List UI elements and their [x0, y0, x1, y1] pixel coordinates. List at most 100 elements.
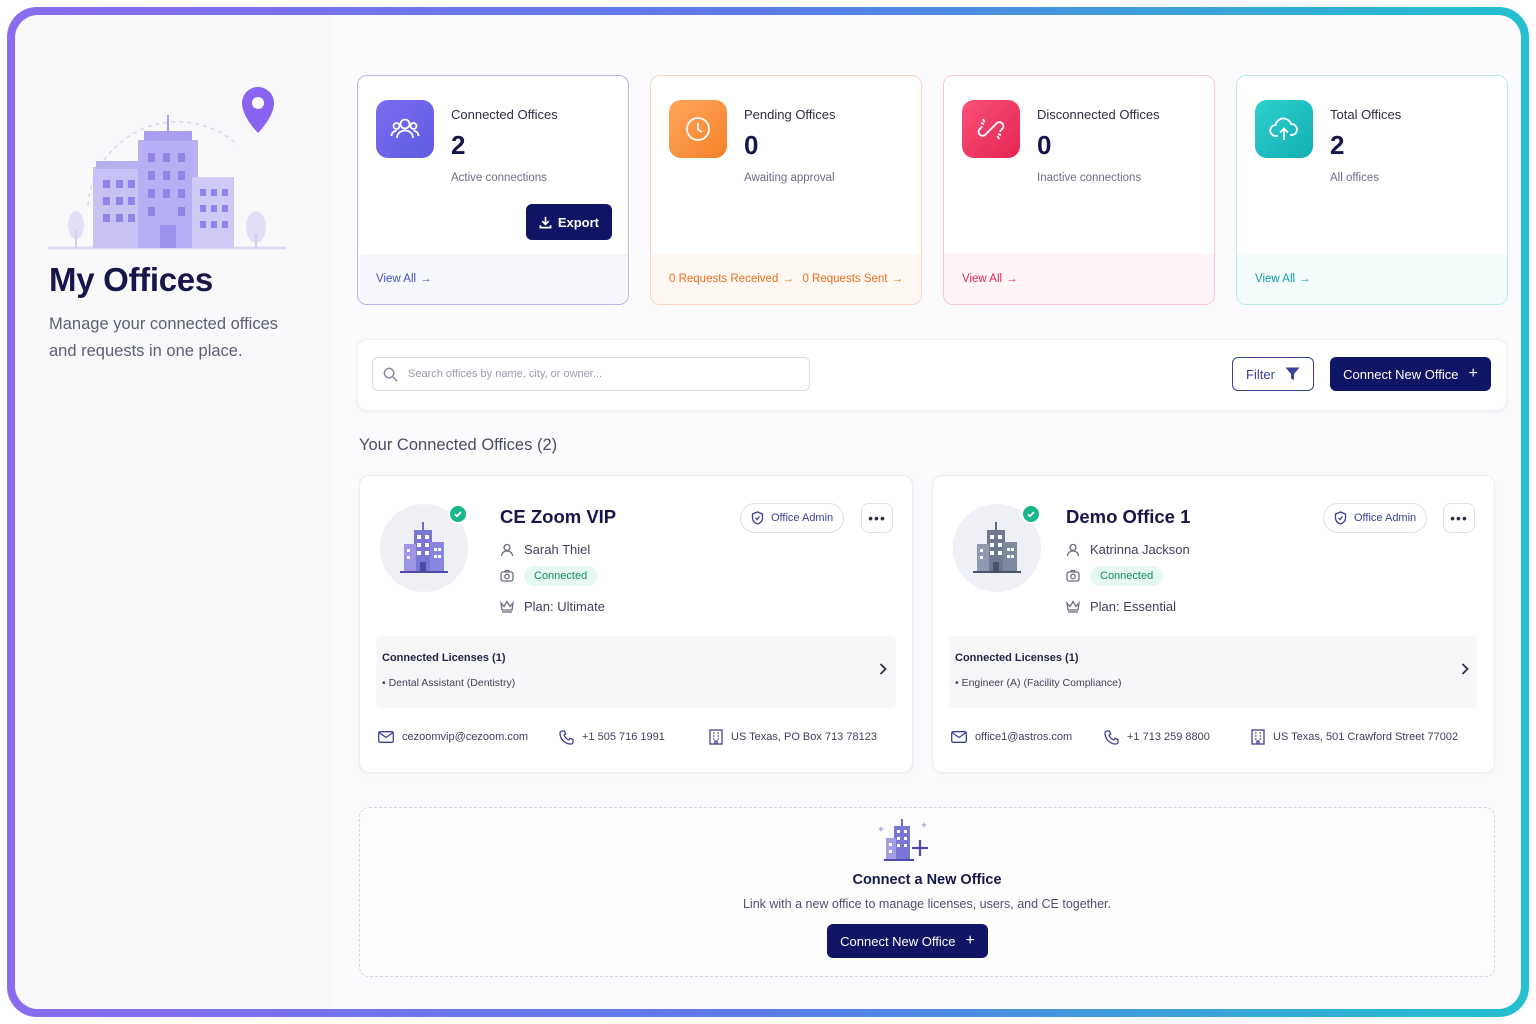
office-admin-badge[interactable]: Office Admin — [740, 503, 845, 533]
stat-desc: Active connections — [451, 172, 547, 184]
email-text: office1@astros.com — [975, 731, 1073, 743]
plus-icon: + — [965, 932, 975, 949]
address-item: US Texas, 501 Crawford Street 77002 — [1251, 729, 1458, 745]
section-title: Your Connected Offices (2) — [359, 436, 558, 454]
plan-row: Plan: Ultimate — [500, 599, 605, 614]
connect-new-desc: Link with a new office to manage license… — [742, 897, 1112, 911]
ellipsis-icon: ••• — [1450, 510, 1468, 526]
view-all-link[interactable]: View All → — [962, 273, 1018, 285]
licenses-title: Connected Licenses (1) — [382, 652, 506, 664]
stat-value: 2 — [451, 130, 466, 160]
search-input[interactable] — [408, 368, 788, 380]
crown-icon — [1066, 600, 1080, 613]
stat-footer: View All → — [358, 254, 628, 304]
phone-text: +1 713 259 8800 — [1127, 731, 1210, 743]
plan-row: Plan: Essential — [1066, 599, 1176, 614]
license-item: • Engineer (A) (Facility Compliance) — [955, 677, 1122, 689]
contact-row: office1@astros.com +1 713 259 8800 US Te… — [951, 729, 1478, 745]
search-box — [372, 357, 810, 391]
status-icon — [1066, 569, 1080, 582]
status-row: Connected — [500, 566, 598, 586]
building-icon — [400, 522, 448, 573]
filter-button[interactable]: Filter — [1232, 357, 1314, 391]
cloud-upload-icon — [1255, 100, 1313, 158]
owner-row: Sarah Thiel — [500, 542, 590, 557]
building-small-icon — [709, 729, 723, 745]
plan-label: Plan: Ultimate — [524, 599, 605, 614]
address-text: US Texas, PO Box 713 78123 — [731, 731, 877, 743]
funnel-icon — [1285, 367, 1300, 380]
toolbar: Filter Connect New Office + — [357, 339, 1507, 411]
stat-footer: 0 Requests Received → 0 Requests Sent → — [651, 254, 921, 304]
stat-label: Pending Offices — [744, 107, 836, 122]
users-icon — [376, 100, 434, 158]
stat-value: 0 — [744, 130, 759, 160]
contact-row: cezoomvip@cezoom.com +1 505 716 1991 US … — [378, 729, 896, 745]
verified-check-icon — [1021, 504, 1041, 524]
search-icon — [383, 367, 398, 382]
email-item[interactable]: office1@astros.com — [951, 731, 1104, 743]
view-all-link[interactable]: View All → — [1255, 273, 1311, 285]
requests-received-link[interactable]: 0 Requests Received → — [669, 273, 794, 285]
crown-icon — [500, 600, 514, 613]
phone-item[interactable]: +1 713 259 8800 — [1104, 729, 1251, 745]
chevron-right-icon — [1461, 663, 1469, 675]
page-title: My Offices — [49, 261, 213, 298]
building-icon — [973, 522, 1021, 573]
status-row: Connected — [1066, 566, 1164, 586]
stat-card-disconnected: Disconnected Offices 0 Inactive connecti… — [943, 75, 1215, 305]
stat-footer: View All → — [944, 254, 1214, 304]
connect-label: Connect New Office — [840, 933, 956, 949]
office-card[interactable]: Demo Office 1 Katrinna Jackson Connected… — [932, 475, 1495, 773]
chevron-right-icon — [879, 663, 887, 675]
stat-card-total: Total Offices 2 All offices View All → — [1236, 75, 1508, 305]
connect-label: Connect New Office — [1343, 366, 1459, 382]
stat-footer: View All → — [1237, 254, 1507, 304]
email-text: cezoomvip@cezoom.com — [402, 731, 529, 743]
office-card[interactable]: CE Zoom VIP Sarah Thiel Connected Plan: … — [359, 475, 913, 773]
connected-licenses-panel[interactable]: Connected Licenses (1) • Dental Assistan… — [376, 636, 896, 708]
phone-icon — [1104, 729, 1119, 745]
office-admin-badge[interactable]: Office Admin — [1323, 503, 1428, 533]
phone-item[interactable]: +1 505 716 1991 — [559, 729, 709, 745]
owner-name: Sarah Thiel — [524, 542, 591, 557]
status-badge: Connected — [1090, 566, 1164, 586]
view-all-link[interactable]: View All → — [376, 273, 432, 285]
connect-new-office-panel: Connect a New Office Link with a new off… — [359, 807, 1495, 977]
user-icon — [500, 543, 514, 556]
stat-value: 2 — [1330, 130, 1345, 160]
role-label: Office Admin — [1354, 512, 1417, 524]
ellipsis-icon: ••• — [868, 510, 886, 526]
export-button[interactable]: Export — [525, 204, 612, 240]
building-plus-icon — [878, 819, 928, 861]
shield-icon — [751, 511, 764, 525]
connect-new-office-button[interactable]: Connect New Office + — [827, 924, 988, 958]
more-options-button[interactable]: ••• — [861, 503, 893, 533]
user-icon — [1066, 543, 1080, 556]
stat-value: 0 — [1037, 130, 1052, 160]
email-item[interactable]: cezoomvip@cezoom.com — [378, 731, 559, 743]
arrow-right-icon: → — [1299, 273, 1311, 285]
view-all-label: View All — [1255, 273, 1296, 285]
page-subtitle: Manage your connected offices and reques… — [49, 315, 279, 360]
stat-label: Disconnected Offices — [1037, 107, 1160, 122]
stat-desc: All offices — [1330, 172, 1380, 184]
connect-new-office-button[interactable]: Connect New Office + — [1330, 357, 1491, 391]
requests-sent-link[interactable]: 0 Requests Sent → — [802, 273, 903, 285]
office-name: Demo Office 1 — [1066, 506, 1191, 527]
status-badge: Connected — [524, 566, 598, 586]
office-name: CE Zoom VIP — [500, 506, 617, 527]
owner-row: Katrinna Jackson — [1066, 542, 1190, 557]
app-frame: My Offices Manage your connected offices… — [7, 7, 1529, 1017]
stat-card-connected: Connected Offices 2 Active connections E… — [357, 75, 629, 305]
licenses-title: Connected Licenses (1) — [955, 652, 1079, 664]
more-options-button[interactable]: ••• — [1443, 503, 1475, 533]
view-all-label: View All — [962, 273, 1003, 285]
arrow-right-icon: → — [1006, 273, 1018, 285]
stat-label: Total Offices — [1330, 107, 1402, 122]
address-item: US Texas, PO Box 713 78123 — [709, 729, 877, 745]
connected-licenses-panel[interactable]: Connected Licenses (1) • Engineer (A) (F… — [949, 636, 1478, 708]
stat-card-pending: Pending Offices 0 Awaiting approval 0 Re… — [650, 75, 922, 305]
arrow-right-icon: → — [891, 273, 904, 285]
view-all-label: View All — [376, 273, 417, 285]
